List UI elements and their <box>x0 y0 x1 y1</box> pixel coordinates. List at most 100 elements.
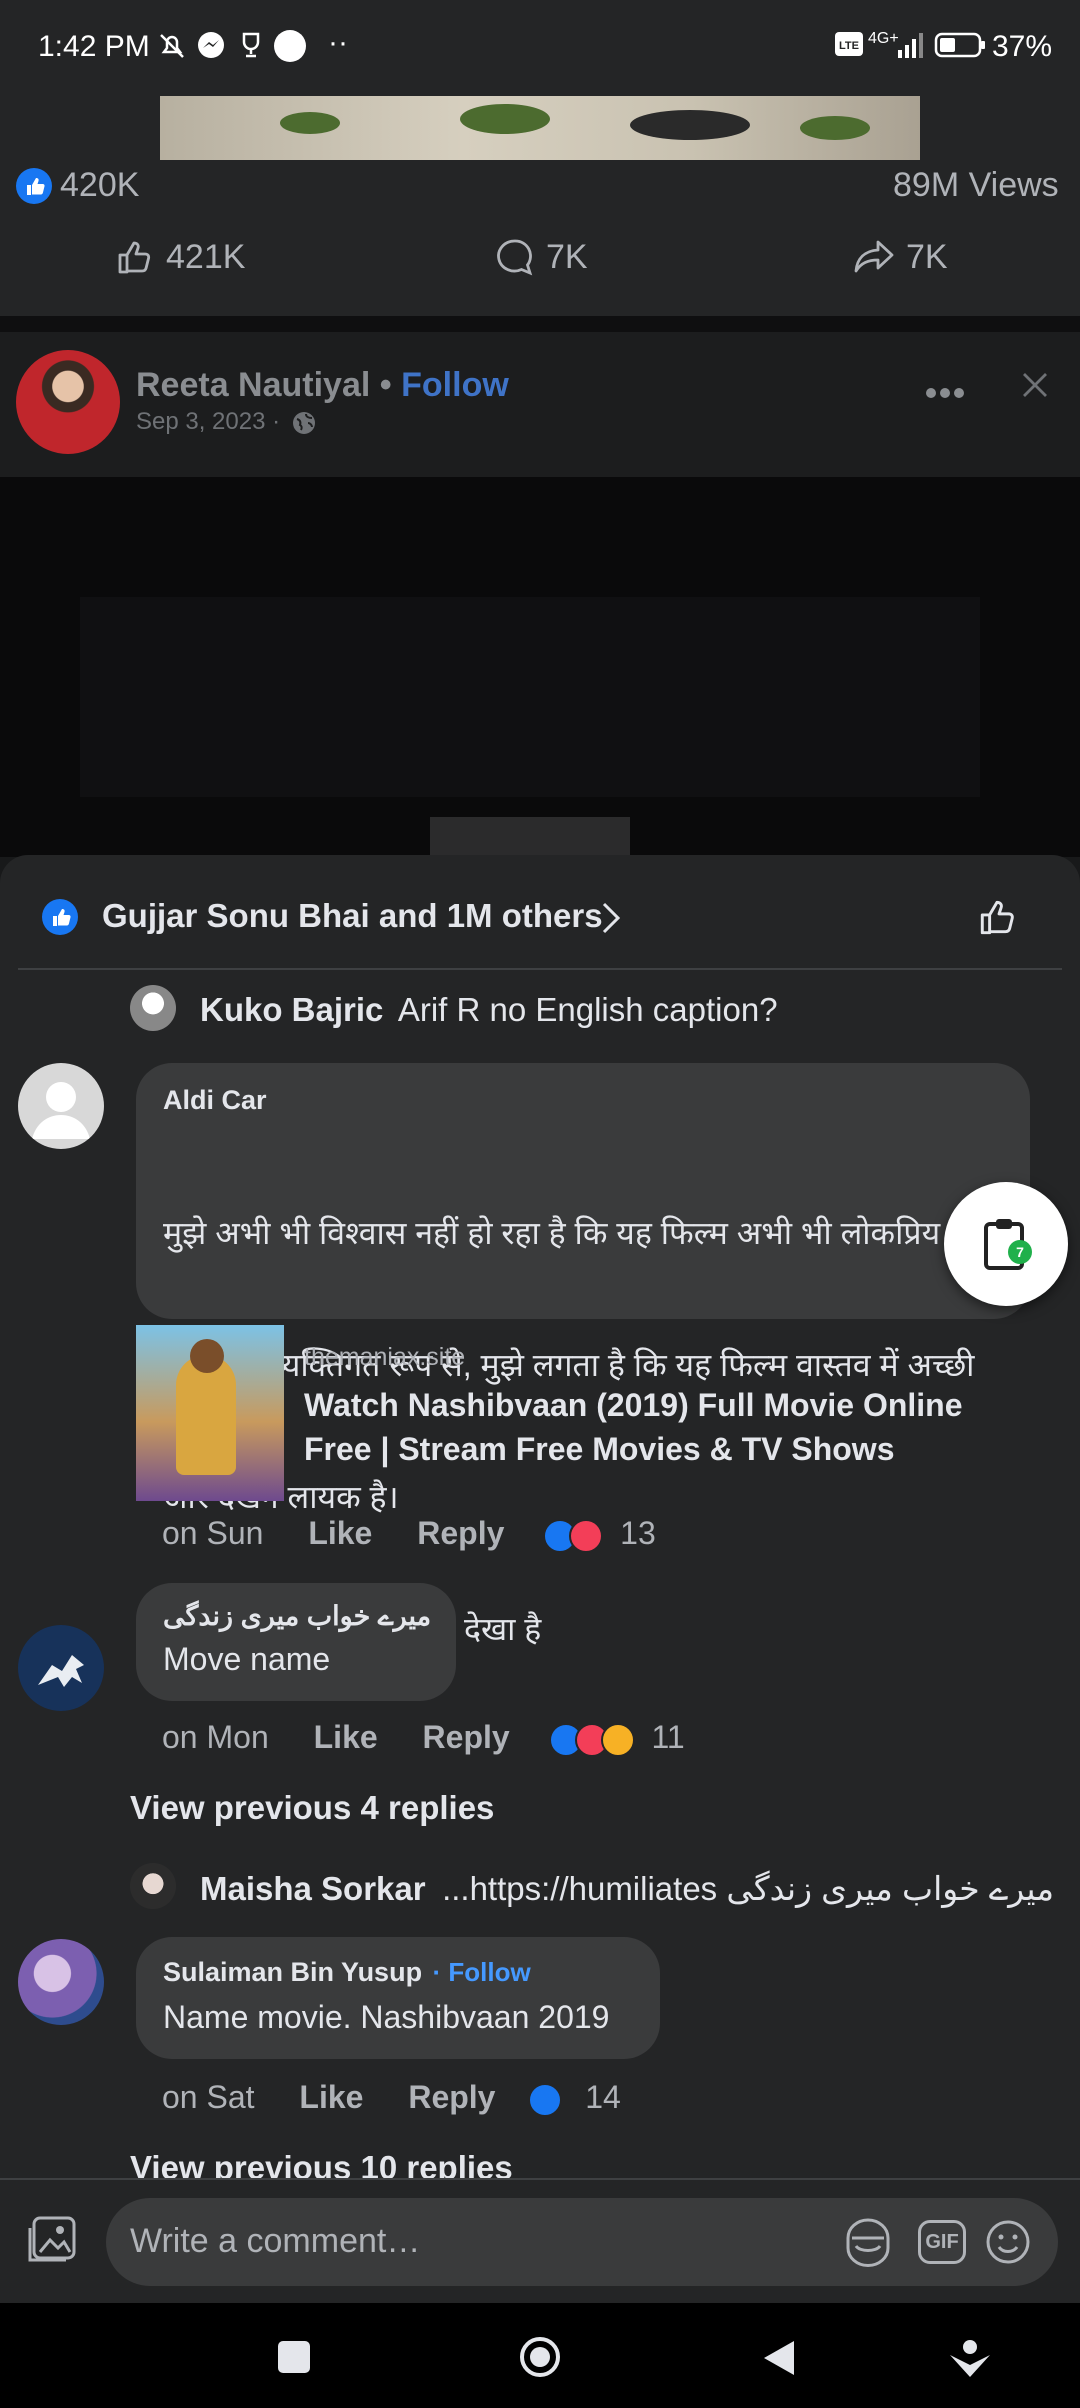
like-count: 421K <box>166 237 246 276</box>
post-date-text: Sep 3, 2023 · <box>136 408 281 435</box>
like-button[interactable]: 421K <box>114 236 245 278</box>
comment-author-line: Sulaiman Bin Yusup · Follow <box>163 1957 531 1988</box>
battery-icon <box>934 30 986 60</box>
comment-composer: Write a comment… GIF <box>0 2178 1080 2303</box>
comments-sheet: Gujjar Sonu Bhai and 1M others Kuko Bajr… <box>0 855 1080 2305</box>
status-time: 1:42 PM <box>38 30 150 63</box>
share-button[interactable]: 7K <box>852 236 948 278</box>
comment-author[interactable]: میرے خواب میری زندگی <box>163 1601 431 1632</box>
comment-bubble[interactable]: Sulaiman Bin Yusup · Follow Name movie. … <box>136 1937 660 2059</box>
chevron-right-icon <box>600 901 622 935</box>
system-nav-bar <box>0 2303 1080 2408</box>
network-type: 4G+ <box>868 30 899 47</box>
comment-input[interactable]: Write a comment… GIF <box>106 2198 1058 2286</box>
like-post-button[interactable] <box>976 895 1020 939</box>
recents-button[interactable] <box>278 2341 310 2373</box>
status-bar: 1:42 PM ·· LTE 4G+ 37% <box>0 0 1080 96</box>
home-button[interactable] <box>518 2335 562 2379</box>
commenter-avatar[interactable] <box>18 1625 104 1711</box>
comment-like-button[interactable]: Like <box>308 1515 372 1551</box>
reactions-summary-bar[interactable]: Gujjar Sonu Bhai and 1M others <box>0 855 1080 970</box>
video-thumbnail[interactable] <box>160 96 920 160</box>
commenter-avatar[interactable] <box>130 1863 176 1909</box>
follow-button[interactable]: Follow <box>401 366 509 404</box>
gif-button[interactable]: GIF <box>918 2220 966 2264</box>
comment-actions: on Sun Like Reply 13 <box>162 1515 656 1553</box>
comment-button[interactable]: 7K <box>494 236 588 278</box>
signal-icon <box>896 30 926 60</box>
comment-icon <box>494 236 536 278</box>
comment-bubble[interactable]: Aldi Car मुझे अभी भी विश्वास नहीं हो रहा… <box>136 1063 1030 1647</box>
comment-text: Name movie. Nashibvaan 2019 <box>163 1999 610 2035</box>
link-preview[interactable]: themaniax.site Watch Nashibvaan (2019) F… <box>136 1325 1016 1501</box>
avatar-sticker-icon[interactable] <box>842 2216 894 2268</box>
messenger-icon <box>196 30 226 60</box>
comment-author[interactable]: Aldi Car <box>163 1085 267 1116</box>
author-line: Reeta Nautiyal • Follow <box>136 366 509 405</box>
close-icon[interactable] <box>1020 370 1050 400</box>
reaction-icons <box>543 1515 612 1553</box>
notification-dot-icon <box>274 30 306 62</box>
mute-icon <box>156 30 188 62</box>
comment-author[interactable]: Sulaiman Bin Yusup <box>163 1957 422 1987</box>
globe-icon <box>291 410 317 436</box>
like-reaction-icon <box>528 2082 563 2117</box>
clipboard-icon: 7 <box>982 1216 1034 1272</box>
header-divider <box>18 968 1062 970</box>
comment-like-button[interactable]: Like <box>299 2079 363 2115</box>
comment-reply-button[interactable]: Reply <box>417 1515 504 1551</box>
comment-kuko: Kuko Bajric Arif R no English caption? <box>200 991 778 1029</box>
comment-text: Arif R no English caption? <box>397 991 778 1028</box>
commenter-avatar[interactable] <box>130 985 176 1031</box>
trophy-icon <box>236 30 266 60</box>
comment-text: Move name <box>163 1641 331 1677</box>
emoji-icon[interactable] <box>982 2216 1034 2268</box>
comment-bubble[interactable]: میرے خواب میری زندگی Move name <box>136 1583 456 1701</box>
previous-post-footer: 420K 89M Views 421K 7K 7K <box>0 96 1080 316</box>
post-video[interactable] <box>0 477 1080 857</box>
assistant-down-icon[interactable] <box>948 2339 992 2379</box>
dot-separator: • <box>379 366 392 404</box>
comment-placeholder: Write a comment… <box>130 2222 421 2260</box>
follow-button[interactable]: · Follow <box>433 1957 531 1987</box>
reaction-count[interactable]: 13 <box>620 1515 656 1551</box>
author-name[interactable]: Reeta Nautiyal <box>136 366 370 404</box>
reaction-count[interactable]: 420K <box>60 166 139 205</box>
share-icon <box>852 236 896 278</box>
thumbs-up-icon <box>114 236 156 278</box>
post-date: Sep 3, 2023 · <box>136 408 317 436</box>
reactions-summary-text: Gujjar Sonu Bhai and 1M others <box>102 897 603 934</box>
more-options-icon[interactable] <box>924 386 966 400</box>
post-header: Reeta Nautiyal • Follow Sep 3, 2023 · <box>0 332 1080 477</box>
svg-text:LTE: LTE <box>839 40 859 52</box>
comment-actions: on Sat Like Reply 14 <box>162 2079 621 2117</box>
more-notifications-icon: ·· <box>328 26 348 59</box>
commenter-avatar[interactable] <box>18 1063 104 1149</box>
back-button[interactable] <box>762 2339 798 2377</box>
comment-reply-button[interactable]: Reply <box>423 1719 510 1755</box>
share-count: 7K <box>906 237 948 276</box>
view-count: 89M Views <box>893 166 1059 204</box>
love-reaction-icon <box>569 1518 604 1553</box>
link-title: Watch Nashibvaan (2019) Full Movie Onlin… <box>304 1387 963 1467</box>
like-reaction-icon <box>16 168 52 204</box>
comment-author[interactable]: Kuko Bajric <box>200 991 383 1028</box>
comment-count: 7K <box>546 237 588 276</box>
commenter-avatar[interactable] <box>18 1939 104 2025</box>
comment-reply-button[interactable]: Reply <box>408 2079 495 2115</box>
comment-time: on Sat <box>162 2079 255 2115</box>
author-avatar[interactable] <box>16 350 120 454</box>
reaction-count[interactable]: 11 <box>651 1719 684 1755</box>
comment-maisha: Maisha Sorkar ...https://humiliates میرے… <box>200 1869 1070 1908</box>
comment-author[interactable]: Maisha Sorkar <box>200 1870 426 1907</box>
reaction-count[interactable]: 14 <box>585 2079 621 2115</box>
photo-attach-icon[interactable] <box>26 2214 78 2266</box>
view-previous-replies[interactable]: View previous 4 replies <box>130 1789 494 1827</box>
like-reaction-icon <box>42 899 78 935</box>
comment-like-button[interactable]: Like <box>314 1719 378 1755</box>
link-thumbnail <box>136 1325 284 1501</box>
comment-line: मुझे अभी भी विश्वास नहीं हो रहा है कि यह… <box>163 1215 979 1251</box>
reaction-icons <box>548 1719 644 1757</box>
comment-time: on Sun <box>162 1515 264 1551</box>
clipboard-button[interactable]: 7 <box>944 1182 1068 1306</box>
